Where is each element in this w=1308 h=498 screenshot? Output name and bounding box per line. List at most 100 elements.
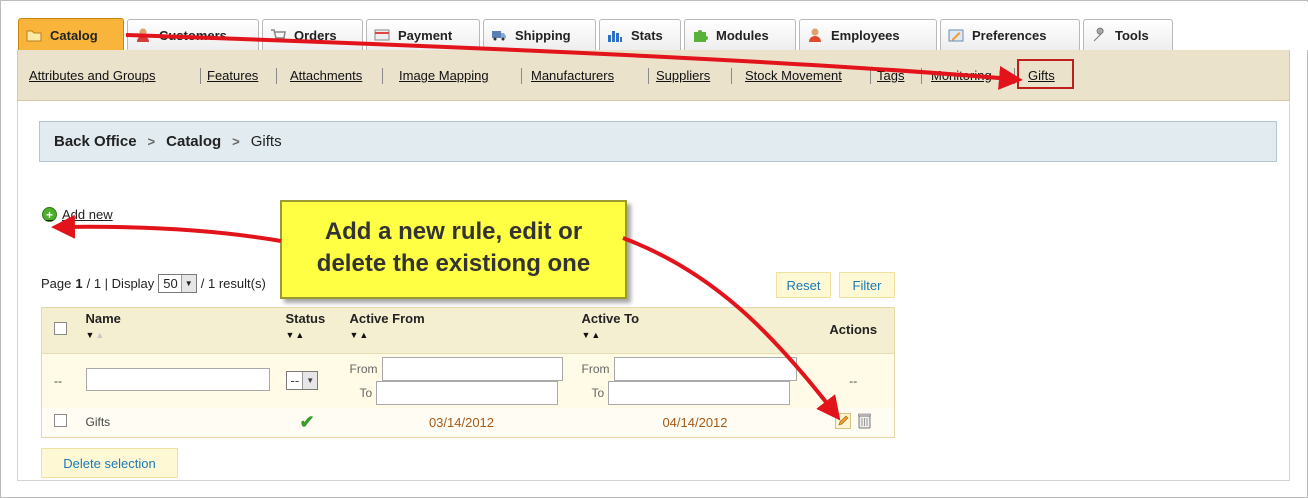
delete-selection-button[interactable]: Delete selection [41,448,178,478]
tab-orders[interactable]: Orders [262,19,363,50]
per-page-select[interactable]: 50 ▼ [158,274,197,293]
tab-tools[interactable]: Tools [1083,19,1173,50]
column-name: Name ▼▲ [81,307,282,354]
dropdown-arrow-icon: ▼ [180,275,196,292]
tab-label: Orders [294,27,337,43]
sort-arrows-icon[interactable]: ▼▲ [286,330,342,340]
enabled-check-icon[interactable]: ✔ [300,412,315,432]
active-from-start-input[interactable] [381,356,563,381]
tab-label: Tools [1115,27,1149,43]
breadcrumb-separator-icon: > [147,134,156,149]
subnav-attachments[interactable]: Attachments [290,68,362,83]
callout-line-1: Add a new rule, edit or [324,218,583,245]
breadcrumb-separator-icon: > [232,134,240,149]
subnav-divider [648,68,649,84]
row-select-cell [42,408,82,438]
subnav-attributes-and-groups[interactable]: Attributes and Groups [29,68,155,83]
reset-button[interactable]: Reset [776,272,831,298]
row-checkbox[interactable] [54,414,67,428]
table-row[interactable]: Gifts ✔ 03/14/2012 04/14/2012 [41,407,895,438]
subnav-tags[interactable]: Tags [877,68,904,83]
filter-name-cell [82,354,282,408]
breadcrumb: Back Office > Catalog > Gifts [39,121,1277,162]
subnav-divider [921,68,922,84]
callout-line-2: delete the existiong one [316,250,591,277]
row-actions-cell [813,408,895,438]
subnav-divider [1014,68,1015,84]
tab-modules[interactable]: Modules [684,19,796,50]
subnav-divider [731,68,732,84]
tab-customers[interactable]: Customers [127,19,259,50]
customers-icon [134,27,152,43]
filter-status-cell: -- ▼ [282,354,346,408]
column-status-label: Status [285,311,326,326]
main-content: Back Office > Catalog > Gifts + Add new … [17,101,1290,481]
subnav-features[interactable]: Features [207,68,258,83]
tab-payment[interactable]: Payment [366,19,480,50]
truck-icon [490,27,508,43]
tab-label: Payment [398,27,453,43]
tab-label: Catalog [50,27,98,43]
tab-preferences[interactable]: Preferences [940,19,1080,50]
tab-stats[interactable]: Stats [599,19,681,50]
page-count: / 1 | Display [86,276,155,291]
subnav-monitoring[interactable]: Monitoring [931,68,992,83]
subnav-divider [870,68,871,84]
annotation-callout: Add a new rule, edit or delete the exist… [280,200,627,299]
sort-arrows-icon[interactable]: ▼▲ [582,330,809,340]
status-filter-select[interactable]: -- ▼ [285,371,319,391]
active-from-date: 03/14/2012 [428,414,495,430]
bar-chart-icon [606,27,624,43]
active-from-end-input[interactable] [376,380,559,405]
column-status: Status ▼▲ [281,307,346,354]
tab-shipping[interactable]: Shipping [483,19,596,50]
puzzle-icon [691,27,709,43]
breadcrumb-catalog[interactable]: Catalog [166,133,221,150]
tab-label: Preferences [972,27,1047,43]
status-filter-value: -- [290,373,300,389]
tab-employees[interactable]: Employees [799,19,937,50]
sort-arrows-icon[interactable]: ▼▲ [86,330,278,340]
row-name: Gifts [85,415,111,430]
column-active-to: Active To ▼▲ [577,307,813,354]
edit-pencil-icon[interactable] [835,412,852,432]
catalog-subnav: Attributes and Groups Features Attachmen… [17,50,1290,101]
delete-trash-icon[interactable] [858,413,872,432]
main-tab-bar: Catalog Customers Orders Payment Shippin… [2,2,1308,51]
filter-from-cell: From To [346,354,578,408]
to-label: To [359,385,373,400]
subnav-divider [521,68,522,84]
page-frame: Catalog Customers Orders Payment Shippin… [0,0,1308,498]
breadcrumb-back-office[interactable]: Back Office [54,133,137,150]
subnav-manufacturers[interactable]: Manufacturers [531,68,614,83]
add-new-link[interactable]: + Add new [42,207,113,222]
subnav-stock-movement[interactable]: Stock Movement [745,68,842,83]
subnav-image-mapping[interactable]: Image Mapping [399,68,489,83]
cart-icon [269,27,287,43]
add-icon: + [42,207,57,222]
breadcrumb-current: Gifts [250,133,282,150]
filter-button[interactable]: Filter [839,272,895,298]
tab-label: Employees [831,27,900,43]
tab-label: Modules [716,27,769,43]
filter-row: -- -- ▼ From To From To -- [42,354,895,408]
to-label: To [591,385,605,400]
sort-arrows-icon[interactable]: ▼▲ [350,330,574,340]
wrench-icon [1090,27,1108,43]
active-to-end-input[interactable] [608,380,791,405]
tab-catalog[interactable]: Catalog [18,18,124,51]
from-label: From [581,361,610,376]
tab-label: Stats [631,27,663,43]
select-all-cell [41,307,82,354]
results-count: / 1 result(s) [200,276,266,291]
column-active-to-label: Active To [581,311,640,326]
subnav-suppliers[interactable]: Suppliers [656,68,710,83]
gifts-table: Name ▼▲ Status ▼▲ Active From ▼▲ Active … [41,307,895,438]
table-header-row: Name ▼▲ Status ▼▲ Active From ▼▲ Active … [41,307,895,354]
select-all-checkbox[interactable] [54,322,67,335]
active-to-start-input[interactable] [613,356,797,381]
column-actions: Actions [812,307,895,354]
add-new-label: Add new [62,207,113,222]
name-filter-input[interactable] [85,367,270,391]
subnav-divider [200,68,201,84]
